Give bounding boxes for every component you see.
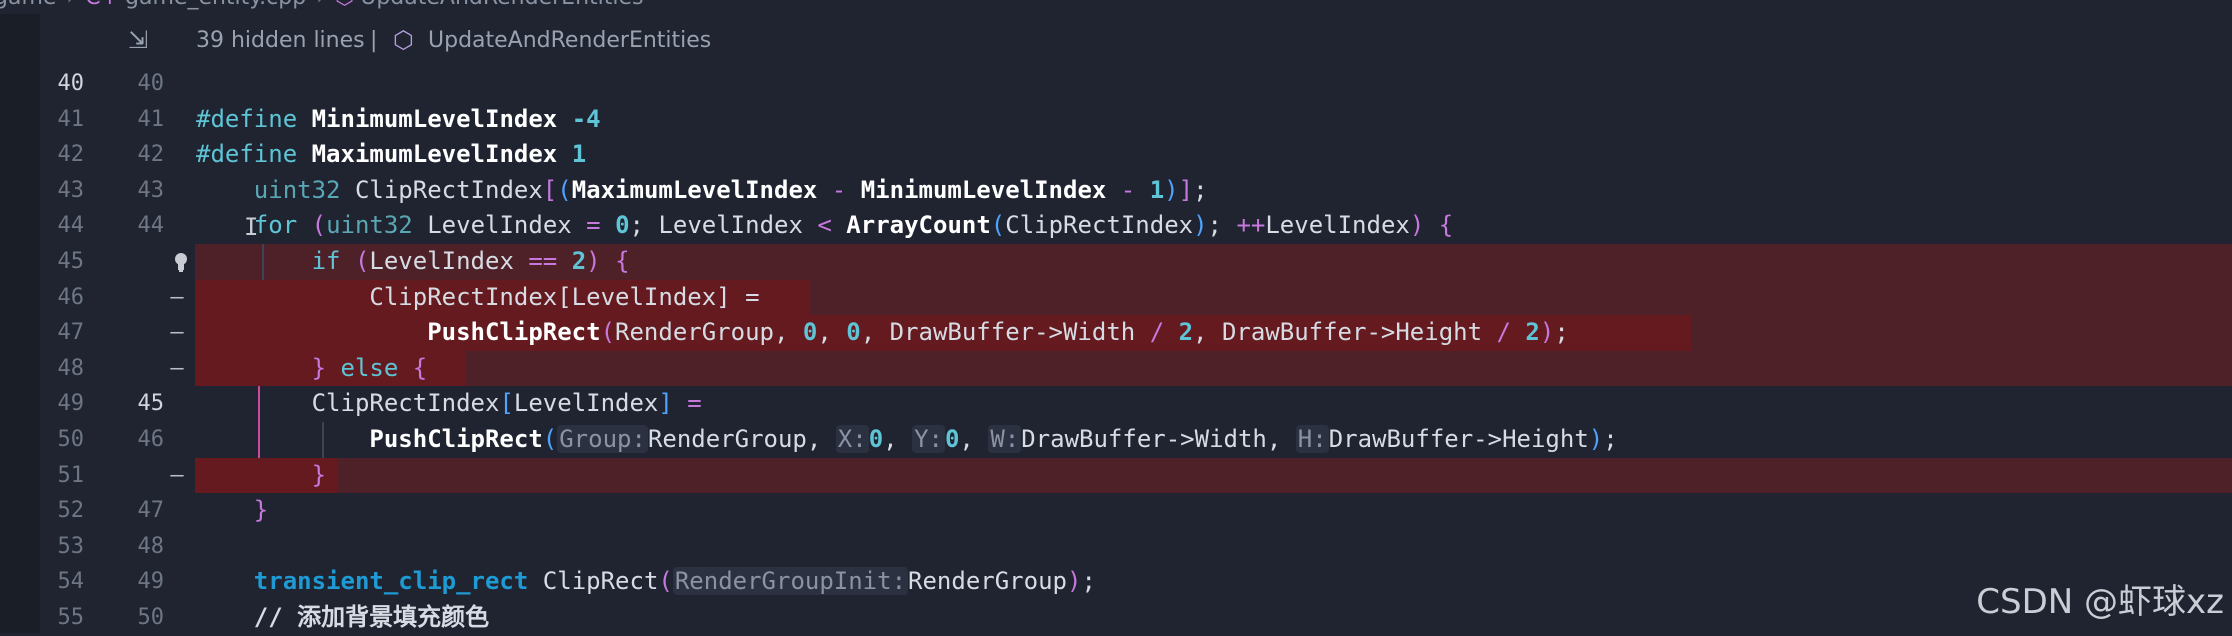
code-line-deleted[interactable]: 46 — ClipRectIndex[LevelIndex] = <box>0 279 2232 316</box>
line-number-left: 40 <box>57 71 85 96</box>
code-text: #define MinimumLevelIndex -4 <box>196 104 601 133</box>
line-number-left: 43 <box>57 177 85 203</box>
line-number-left: 44 <box>57 213 85 239</box>
line-number-right: 48 <box>137 533 165 559</box>
inlay-hint: Y: <box>912 424 945 453</box>
code-line[interactable]: 44 44 I for (uint32 LevelIndex = 0; Leve… <box>0 208 2232 245</box>
code-line-deleted[interactable]: 51 — } <box>0 457 2232 494</box>
deleted-line-marker: — <box>170 320 184 346</box>
code-text: } <box>311 460 327 489</box>
code-line-deleted[interactable]: 47 — PushClipRect(RenderGroup, 0, 0, Dra… <box>0 315 2232 351</box>
sticky-function-name[interactable]: UpdateAndRenderEntities <box>428 28 711 53</box>
breadcrumb: game › C+ game_entity.cpp › ⬡ UpdateAndRenderE… <box>0 0 2232 14</box>
line-number-left: 45 <box>57 248 85 274</box>
deleted-line-marker: — <box>170 462 184 488</box>
code-line[interactable]: 42 42 #define MaximumLevelIndex 1 <box>0 137 2232 173</box>
collapse-icon[interactable]: ⇲ <box>128 26 148 54</box>
inlay-hint: W: <box>988 424 1022 453</box>
code-text: } <box>253 496 269 525</box>
deleted-line-marker: — <box>170 284 184 310</box>
line-number-right: 47 <box>137 498 165 524</box>
code-line[interactable]: 50 46 PushClipRect(Group:RenderGroup, X:… <box>0 421 2232 458</box>
line-number-right: 43 <box>137 177 165 203</box>
code-line[interactable]: 41 41 #define MinimumLevelIndex -4 <box>0 102 2232 138</box>
code-text: #define MaximumLevelIndex 1 <box>196 140 587 169</box>
line-number-left: 52 <box>57 498 85 524</box>
line-number-left: 55 <box>57 604 85 630</box>
code-text: ClipRectIndex[LevelIndex] = <box>311 389 702 418</box>
code-line[interactable]: 43 43 uint32 ClipRectIndex[(MaximumLevel… <box>0 173 2232 209</box>
line-number-right: 42 <box>137 142 165 168</box>
line-number-left: 46 <box>57 284 85 310</box>
code-text: uint32 ClipRectIndex[(MaximumLevelIndex … <box>253 175 1208 204</box>
line-number-right: 41 <box>137 106 165 132</box>
code-text: ClipRectIndex[LevelIndex] = <box>369 282 760 311</box>
line-number-left: 50 <box>57 426 85 452</box>
code-line[interactable]: 53 48 <box>0 529 2232 565</box>
cpp-file-icon: C+ <box>85 0 119 10</box>
code-editor[interactable]: 40 40 41 41 #define MinimumLevelIndex -4… <box>0 66 2232 636</box>
deleted-line-highlight <box>195 350 2232 387</box>
line-number-right: 50 <box>137 604 165 630</box>
line-number-left: 51 <box>57 462 85 488</box>
code-text: } else { <box>311 353 428 382</box>
lightbulb-icon[interactable] <box>170 250 192 274</box>
breadcrumb-folder[interactable]: game <box>0 0 56 10</box>
code-text: if (LevelIndex == 2) { <box>311 246 630 275</box>
line-number-right: 45 <box>137 391 165 417</box>
line-number-left: 42 <box>57 142 85 168</box>
inlay-hint: RenderGroupInit: <box>672 567 909 596</box>
line-number-left: 41 <box>57 106 85 132</box>
line-number-right: 49 <box>137 569 165 595</box>
chevron-right-icon: › <box>66 0 75 10</box>
code-text: // 添加背景填充颜色 <box>253 602 490 631</box>
divider: | <box>370 28 378 53</box>
line-number-left: 47 <box>57 320 85 346</box>
line-number-left: 49 <box>57 391 85 417</box>
code-line-deleted[interactable]: 45 if (LevelIndex == 2) { <box>0 243 2232 280</box>
breadcrumb-file[interactable]: game_entity.cpp <box>125 0 306 10</box>
code-text: for (uint32 LevelIndex = 0; LevelIndex <… <box>196 208 1454 245</box>
line-number-right: 40 <box>137 71 165 96</box>
code-text: PushClipRect(Group:RenderGroup, X:0, Y:0… <box>369 424 1618 453</box>
code-text: transient_clip_rect ClipRect(RenderGroup… <box>253 567 1096 596</box>
inlay-hint: Group: <box>557 424 648 453</box>
code-line-deleted[interactable]: 48 — } else { <box>0 350 2232 387</box>
breadcrumb-symbol[interactable]: UpdateAndRenderEntities <box>360 0 643 10</box>
deleted-line-marker: — <box>170 355 184 381</box>
line-number-right: 46 <box>137 426 165 452</box>
chevron-right-icon: › <box>316 0 325 10</box>
code-line[interactable]: 40 40 <box>0 66 2232 102</box>
deleted-line-highlight <box>195 457 2232 494</box>
line-number-right: 44 <box>137 213 165 239</box>
code-line[interactable]: 52 47 } <box>0 493 2232 529</box>
line-number-left: 53 <box>57 533 85 559</box>
code-line[interactable]: 55 50 // 添加背景填充颜色 <box>0 600 2232 636</box>
code-line[interactable]: 49 45 ClipRectIndex[LevelIndex] = <box>0 386 2232 422</box>
line-number-left: 54 <box>57 569 85 595</box>
inlay-hint: H: <box>1295 424 1329 453</box>
line-number-left: 48 <box>57 355 85 381</box>
sticky-scroll-header[interactable]: ⇲ 39 hidden lines | ⬡ UpdateAndRenderEnt… <box>0 20 2232 62</box>
code-line[interactable]: 54 49 transient_clip_rect ClipRect(Rende… <box>0 564 2232 600</box>
inlay-hint: X: <box>835 424 869 453</box>
cube-symbol-icon: ⬡ <box>393 26 414 54</box>
cube-symbol-icon: ⬡ <box>335 0 354 10</box>
watermark: CSDN @虾球xz <box>1976 582 2224 622</box>
hidden-lines-label[interactable]: 39 hidden lines <box>196 28 365 53</box>
code-text: PushClipRect(RenderGroup, 0, 0, DrawBuff… <box>427 318 1569 347</box>
